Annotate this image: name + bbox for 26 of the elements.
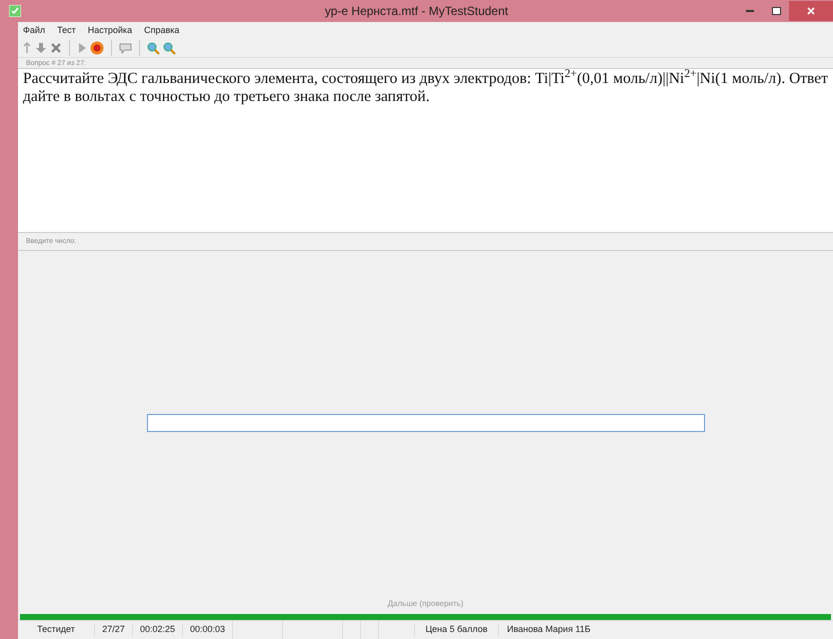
maximize-icon <box>772 7 780 15</box>
status-text: 27/27 <box>94 623 132 637</box>
zoom-in-icon[interactable] <box>147 42 160 54</box>
answer-field[interactable] <box>146 414 704 432</box>
play-icon[interactable] <box>77 42 87 54</box>
status-text: 00:00:03 <box>182 623 232 637</box>
question-text: Рассчитайте ЭДС гальванического элемента, состоящего из двух электродов: Ti|Ti$^{2+}$(0,01 моль/л)||Ni$^{2+}$|Ni(1 моль/л). Ответ дайте в вольтах с точностью до третьего знака после запятой. <box>23 70 828 106</box>
menu-item[interactable]: Тест <box>57 24 76 38</box>
menu-item[interactable]: Файл <box>23 24 46 38</box>
arrow-up-icon[interactable] <box>22 42 32 54</box>
stop-icon[interactable] <box>90 41 104 55</box>
minimize-icon <box>746 10 754 12</box>
app-icon <box>9 5 21 17</box>
status-text: 00:02:25 <box>132 623 182 637</box>
menu-item[interactable]: Справка <box>144 24 180 38</box>
zoom-out-icon[interactable] <box>163 42 176 54</box>
status-text: Иванова Мария 11Б <box>498 623 591 637</box>
window-title: ур-е Нернста.mtf - MyTestStudent <box>324 3 510 20</box>
close-icon <box>807 7 815 15</box>
cross-icon[interactable] <box>50 42 62 54</box>
speech-bubble-icon[interactable] <box>119 42 132 54</box>
menu-item[interactable]: Настройка <box>88 24 132 38</box>
arrow-down-icon[interactable] <box>35 42 47 54</box>
status-text: Цена 5 баллов <box>414 623 498 637</box>
close-button[interactable] <box>789 1 833 21</box>
status-text: Тестидет <box>36 623 76 636</box>
